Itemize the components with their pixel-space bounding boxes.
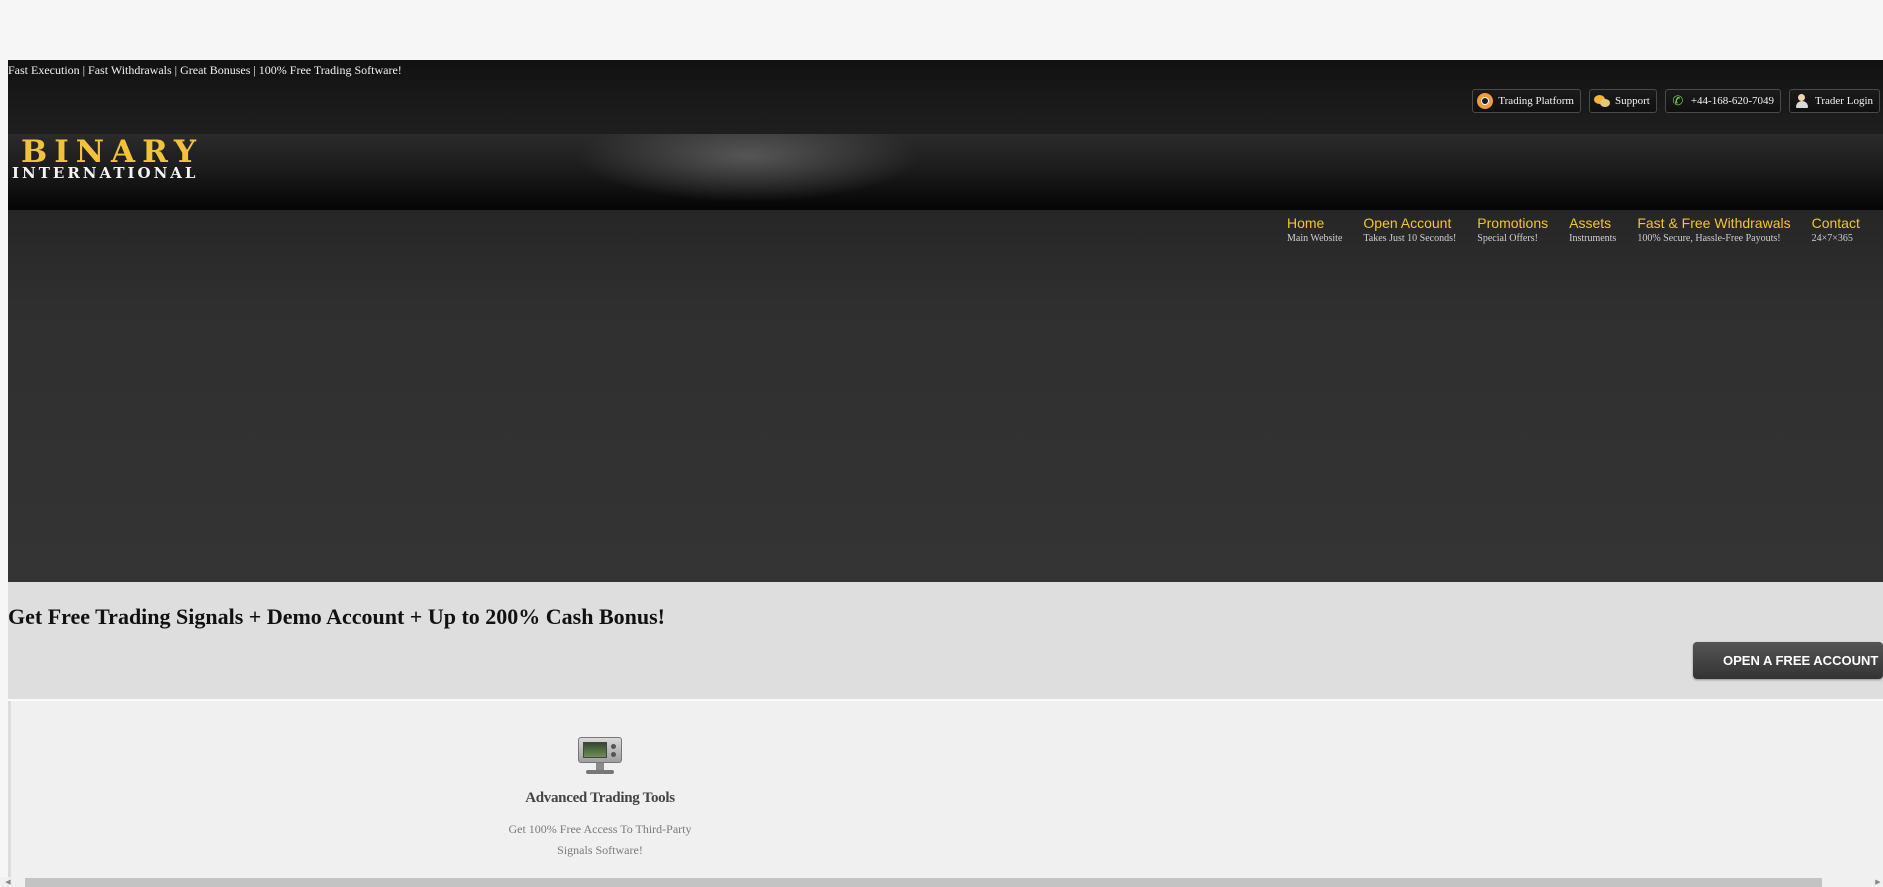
chat-bubbles-icon <box>1594 93 1610 109</box>
features-section: Advanced Trading Tools Get 100% Free Acc… <box>8 701 1883 887</box>
nav-item-withdrawals[interactable]: Fast & Free Withdrawals 100% Secure, Has… <box>1637 214 1790 245</box>
top-blank-area <box>0 0 1883 60</box>
phone-label: +44-168-620-7049 <box>1690 95 1775 107</box>
cta-band: Get Free Trading Signals + Demo Account … <box>8 582 1883 701</box>
nav-title: Promotions <box>1477 215 1549 231</box>
website: Fast Execution | Fast Withdrawals | Grea… <box>8 60 1883 887</box>
feature-card: Advanced Trading Tools Get 100% Free Acc… <box>485 737 715 861</box>
nav-subtitle: Main Website <box>1287 233 1343 244</box>
cta-headline: Get Free Trading Signals + Demo Account … <box>8 604 666 629</box>
support-label: Support <box>1615 95 1650 107</box>
phone-button[interactable]: ✆ +44-168-620-7049 <box>1664 89 1782 113</box>
scroll-right-arrow-icon[interactable]: ▶ <box>1873 877 1883 887</box>
feature-title: Advanced Trading Tools <box>525 790 675 806</box>
horizontal-scrollbar[interactable]: ◀ ▶ <box>0 877 1883 887</box>
computer-monitor-icon <box>576 737 624 777</box>
nav-title: Assets <box>1569 215 1612 231</box>
user-icon <box>1794 93 1810 109</box>
top-button-group: Trading Platform Support ✆ +44-168-620-7… <box>1472 89 1880 113</box>
nav-item-assets[interactable]: Assets Instruments <box>1569 214 1616 245</box>
open-free-account-button[interactable]: OPEN A FREE ACCOUNT <box>1693 642 1883 679</box>
nav-title: Open Account <box>1363 215 1452 231</box>
support-button[interactable]: Support <box>1589 89 1657 113</box>
scrollbar-thumb[interactable] <box>25 878 1822 887</box>
main-nav: Home Main Website Open Account Takes Jus… <box>1287 214 1881 245</box>
nav-subtitle: Special Offers! <box>1477 233 1538 244</box>
top-bar: Fast Execution | Fast Withdrawals | Grea… <box>8 60 1883 134</box>
logo-band: BINARY INTERNATIONAL <box>8 134 1883 210</box>
nav-item-promotions[interactable]: Promotions Special Offers! <box>1477 214 1548 245</box>
trading-platform-button[interactable]: Trading Platform <box>1472 89 1581 113</box>
nav-item-home[interactable]: Home Main Website <box>1287 214 1342 245</box>
nav-title: Contact <box>1811 215 1860 231</box>
trading-platform-label: Trading Platform <box>1498 95 1574 107</box>
nav-subtitle: 24×7×365 <box>1811 233 1853 244</box>
nav-subtitle: Instruments <box>1569 233 1617 244</box>
hero-area: Home Main Website Open Account Takes Jus… <box>8 210 1883 582</box>
nav-item-open-account[interactable]: Open Account Takes Just 10 Seconds! <box>1363 214 1456 245</box>
trader-login-label: Trader Login <box>1815 95 1873 107</box>
phone-icon: ✆ <box>1672 93 1684 108</box>
nav-title: Home <box>1287 215 1325 231</box>
nav-subtitle: 100% Secure, Hassle-Free Payouts! <box>1637 233 1781 244</box>
feature-description-line: Signals Software! <box>557 843 643 857</box>
tagline: Fast Execution | Fast Withdrawals | Grea… <box>8 63 402 77</box>
page: Fast Execution | Fast Withdrawals | Grea… <box>0 0 1883 887</box>
nav-subtitle: Takes Just 10 Seconds! <box>1363 233 1457 244</box>
logo-wordmark-bottom: INTERNATIONAL <box>12 164 199 182</box>
scroll-left-arrow-icon[interactable]: ◀ <box>3 877 13 887</box>
trader-login-button[interactable]: Trader Login <box>1789 89 1880 113</box>
nav-item-contact[interactable]: Contact 24×7×365 <box>1812 214 1860 245</box>
feature-description-line: Get 100% Free Access To Third-Party <box>508 822 692 836</box>
lifebuoy-icon <box>1477 93 1494 109</box>
nav-title: Fast & Free Withdrawals <box>1637 215 1791 231</box>
feature-description: Get 100% Free Access To Third-Party Sign… <box>485 819 715 861</box>
